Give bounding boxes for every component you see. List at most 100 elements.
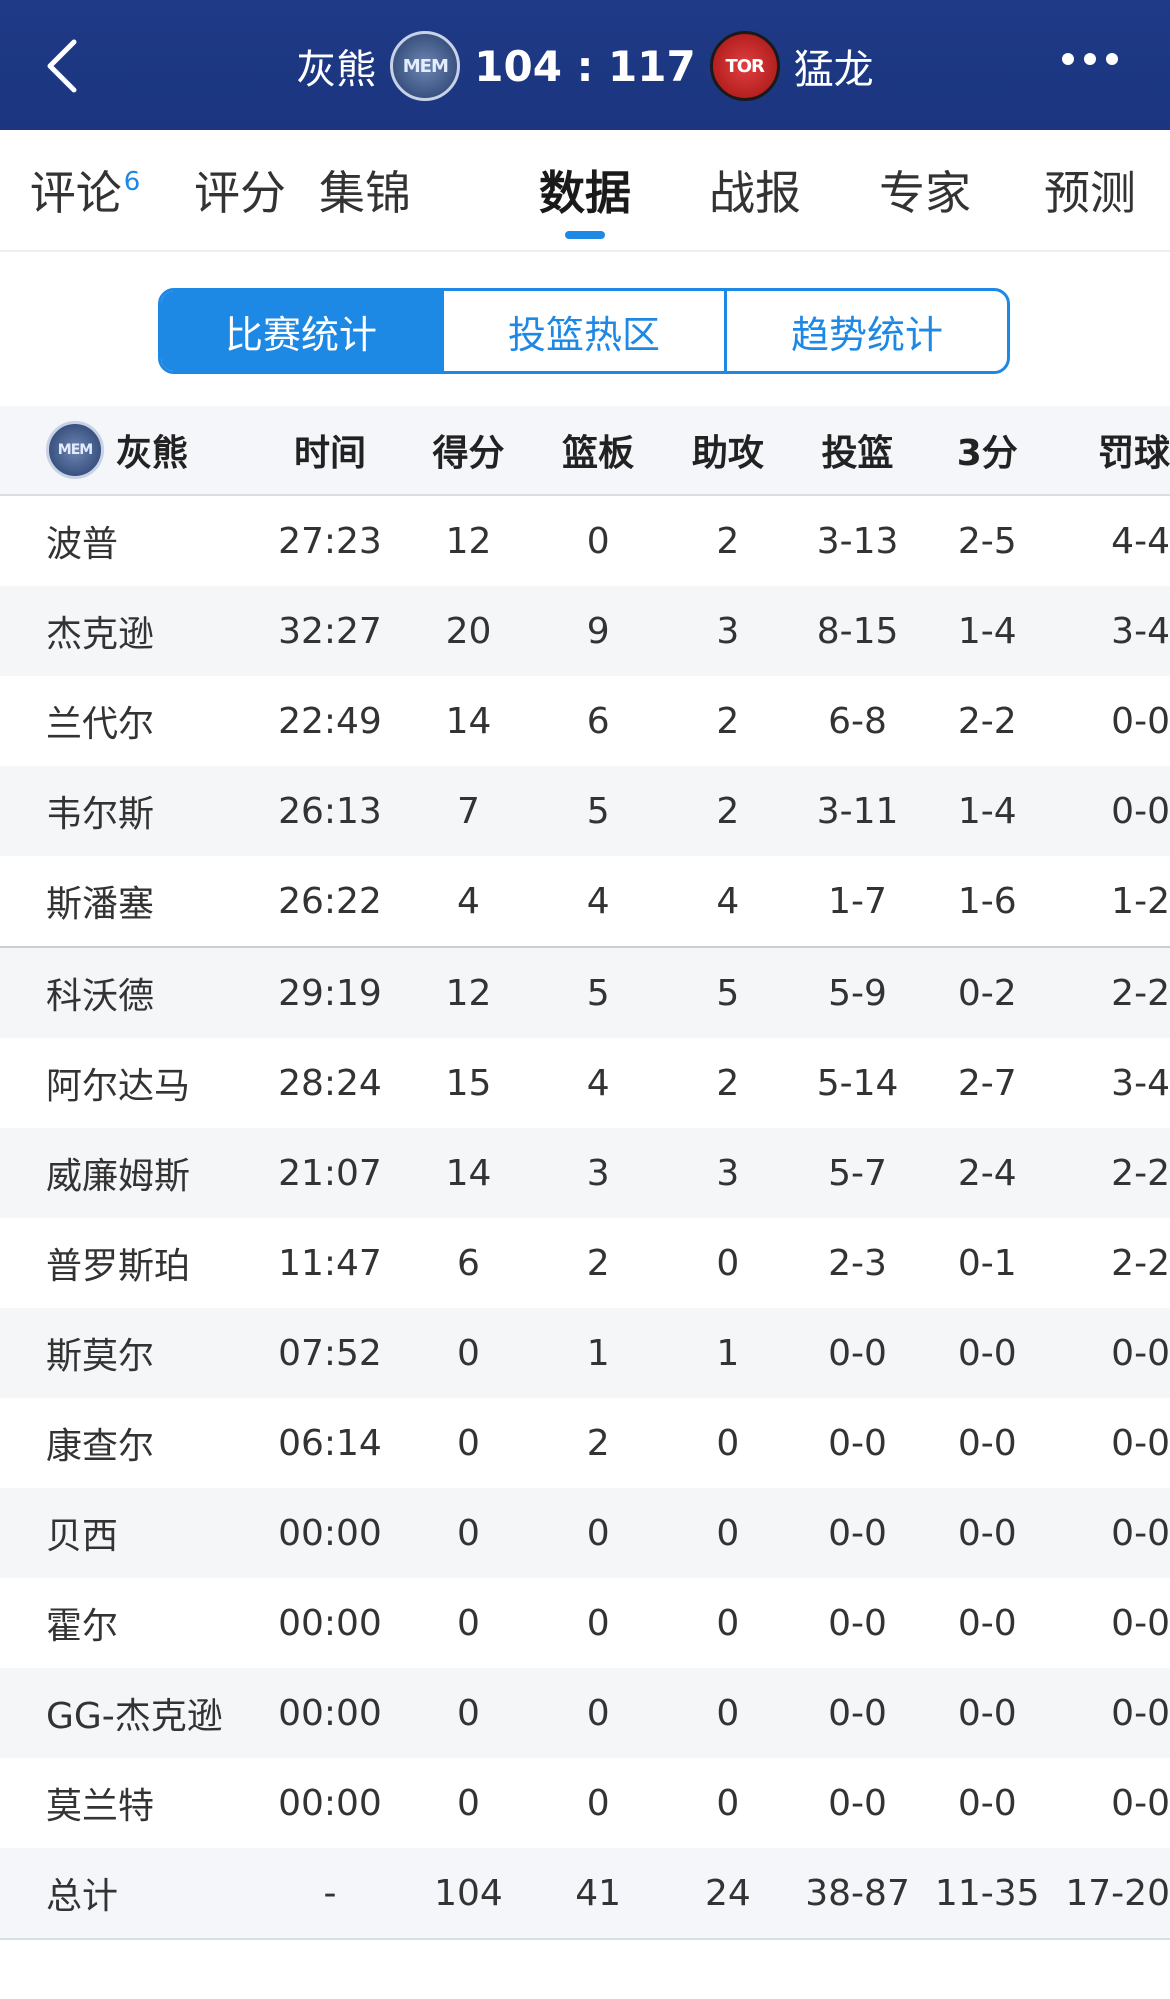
stat-cell: 26:22: [278, 880, 382, 922]
stat-cell: 0-0: [828, 1602, 887, 1644]
team-logo-small: MEM: [46, 421, 104, 479]
segment-trend-stats[interactable]: 趋势统计: [727, 291, 1007, 371]
total-cell: 17-20: [1065, 1872, 1170, 1914]
header-three-pointers[interactable]: 3分: [922, 424, 1052, 476]
table-row[interactable]: 阿尔达马 28:24 15 4 2 5-14 2-7 3-4: [0, 1038, 1170, 1128]
stat-cell: 21:07: [278, 1152, 382, 1194]
stat-cell: 7: [457, 790, 480, 832]
stat-cell: 3-4: [1111, 610, 1170, 652]
player-name: 贝西: [46, 1516, 119, 1557]
stat-cell: 8-15: [816, 610, 899, 652]
stat-cell: 0-0: [957, 1602, 1017, 1644]
stat-cell: 2: [586, 1242, 610, 1284]
stat-cell: 9: [586, 610, 610, 652]
stat-cell: 3: [586, 1152, 610, 1194]
header-points[interactable]: 得分: [404, 424, 534, 476]
stat-cell: 0-0: [1111, 1782, 1170, 1824]
tab-comments[interactable]: 评论 6: [0, 130, 170, 250]
table-row[interactable]: 斯莫尔 07:52 0 1 1 0-0 0-0 0-0: [0, 1308, 1170, 1398]
stat-cell: 0-0: [1111, 1422, 1170, 1464]
total-cell: 41: [575, 1872, 622, 1914]
player-name: 兰代尔: [46, 704, 155, 745]
stat-cell: 1: [716, 1332, 740, 1374]
stat-cell: 5: [586, 972, 610, 1014]
table-row[interactable]: 韦尔斯 26:13 7 5 2 3-11 1-4 0-0: [0, 766, 1170, 856]
player-name: 阿尔达马: [46, 1066, 191, 1107]
table-row[interactable]: 兰代尔 22:49 14 6 2 6-8 2-2 0-0: [0, 676, 1170, 766]
player-name: 韦尔斯: [46, 794, 155, 835]
stat-cell: 3: [716, 610, 740, 652]
table-row[interactable]: 科沃德 29:19 12 5 5 5-9 0-2 2-2: [0, 946, 1170, 1038]
total-cell: 38-87: [805, 1872, 910, 1914]
stat-cell: 2: [716, 700, 740, 742]
stat-cell: 0: [586, 1692, 610, 1734]
tab-report[interactable]: 战报: [670, 130, 840, 250]
stat-cell: 28:24: [278, 1062, 382, 1104]
stat-cell: 4: [457, 880, 480, 922]
total-row: 总计 - 104 41 24 38-87 11-35 17-20: [0, 1848, 1170, 1940]
header-assists[interactable]: 助攻: [663, 424, 793, 476]
stat-cell: 2-5: [957, 520, 1017, 562]
stat-cell: 6: [457, 1242, 480, 1284]
stat-cell: 4: [716, 880, 740, 922]
stat-cell: 6-8: [828, 700, 887, 742]
stat-cell: 0-0: [1111, 700, 1170, 742]
stat-cell: 22:49: [278, 700, 382, 742]
stat-cell: 1-2: [1111, 880, 1170, 922]
stat-cell: 0-0: [828, 1512, 887, 1554]
tab-experts[interactable]: 专家: [840, 130, 1010, 250]
stat-cell: 07:52: [278, 1332, 382, 1374]
stat-cell: 0: [457, 1422, 480, 1464]
stat-cell: 0-0: [828, 1782, 887, 1824]
stat-cell: 2-4: [957, 1152, 1017, 1194]
stat-cell: 0-1: [957, 1242, 1017, 1284]
stat-cell: 2: [586, 1422, 610, 1464]
table-row[interactable]: 威廉姆斯 21:07 14 3 3 5-7 2-4 2-2: [0, 1128, 1170, 1218]
header-minutes[interactable]: 时间: [256, 424, 403, 476]
stat-cell: 4: [586, 1062, 610, 1104]
team-label: 灰熊: [116, 433, 189, 474]
stat-cell: 0-0: [957, 1782, 1017, 1824]
stat-cell: 3-4: [1111, 1062, 1170, 1104]
stat-cell: 3-13: [816, 520, 899, 562]
header-field-goals[interactable]: 投篮: [793, 424, 923, 476]
table-row[interactable]: 杰克逊 32:27 20 9 3 8-15 1-4 3-4: [0, 586, 1170, 676]
table-row[interactable]: 波普 27:23 12 0 2 3-13 2-5 4-4: [0, 496, 1170, 586]
table-row[interactable]: 普罗斯珀 11:47 6 2 0 2-3 0-1 2-2: [0, 1218, 1170, 1308]
stat-cell: 14: [445, 1152, 492, 1194]
player-name: GG-杰克逊: [46, 1696, 223, 1737]
table-row[interactable]: 贝西 00:00 0 0 0 0-0 0-0 0-0: [0, 1488, 1170, 1578]
table-row[interactable]: 康查尔 06:14 0 2 0 0-0 0-0 0-0: [0, 1398, 1170, 1488]
tab-comments-label: 评论: [29, 166, 122, 220]
header-free-throws[interactable]: 罚球: [1052, 424, 1170, 476]
total-cell: 11-35: [934, 1872, 1040, 1914]
tab-highlights[interactable]: 集锦: [240, 130, 490, 250]
stat-cell: 0-0: [957, 1332, 1017, 1374]
stat-cell: 0: [716, 1422, 740, 1464]
stat-cell: 1-7: [828, 880, 887, 922]
table-row[interactable]: 斯潘塞 26:22 4 4 4 1-7 1-6 1-2: [0, 856, 1170, 946]
away-team-name: 猛龙: [793, 47, 874, 93]
stat-cell: 5-7: [828, 1152, 887, 1194]
stat-cell: 1-4: [957, 610, 1017, 652]
more-options-icon[interactable]: [1062, 50, 1132, 80]
team-column-header: MEM 灰熊: [0, 421, 256, 479]
stat-cell: 2-3: [828, 1242, 887, 1284]
stat-cell: 0-0: [828, 1692, 887, 1734]
stat-cell: 0: [457, 1332, 480, 1374]
stat-cell: 2-2: [1111, 972, 1170, 1014]
segment-shot-chart[interactable]: 投篮热区: [444, 291, 727, 371]
stat-cell: 0-0: [1111, 1332, 1170, 1374]
stat-cell: 0-0: [1111, 1602, 1170, 1644]
header-rebounds[interactable]: 篮板: [533, 424, 663, 476]
stat-cell: 00:00: [278, 1782, 382, 1824]
away-team-logo: TOR: [709, 31, 780, 101]
table-row[interactable]: GG-杰克逊 00:00 0 0 0 0-0 0-0 0-0: [0, 1668, 1170, 1758]
stat-cell: 06:14: [278, 1422, 382, 1464]
table-row[interactable]: 霍尔 00:00 0 0 0 0-0 0-0 0-0: [0, 1578, 1170, 1668]
player-name: 斯潘塞: [46, 884, 155, 925]
tab-predictions[interactable]: 预测: [1010, 130, 1170, 250]
stat-cell: 0: [716, 1692, 740, 1734]
table-row[interactable]: 莫兰特 00:00 0 0 0 0-0 0-0 0-0: [0, 1758, 1170, 1848]
segment-game-stats[interactable]: 比赛统计: [161, 291, 444, 371]
